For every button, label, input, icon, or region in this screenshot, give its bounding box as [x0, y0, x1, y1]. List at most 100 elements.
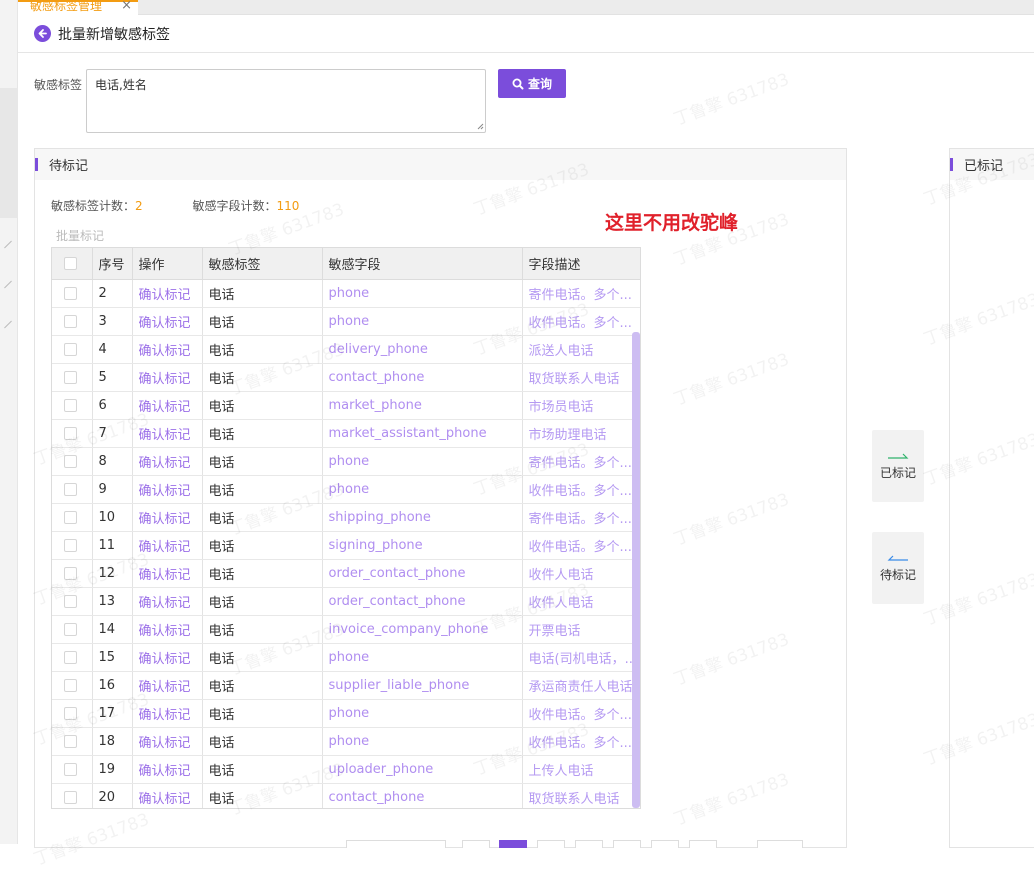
row-tag: 电话 — [202, 699, 323, 728]
row-checkbox[interactable] — [64, 790, 77, 804]
page-button[interactable] — [575, 840, 603, 848]
tab-bar: 敏感标签管理 × — [18, 0, 1034, 15]
row-checkbox[interactable] — [64, 566, 77, 580]
tab-sensitive-tag-management[interactable]: 敏感标签管理 × — [18, 0, 138, 15]
back-arrow-icon[interactable] — [34, 25, 51, 42]
confirm-mark-link[interactable]: 确认标记 — [132, 391, 203, 420]
row-checkbox[interactable] — [64, 482, 77, 496]
close-icon[interactable]: × — [121, 0, 132, 13]
row-checkbox[interactable] — [64, 762, 77, 776]
row-select-cell — [52, 447, 93, 476]
row-tag: 电话 — [202, 643, 323, 672]
confirm-mark-link[interactable]: 确认标记 — [132, 475, 203, 504]
page-header: 批量新增敏感标签 — [18, 15, 1034, 53]
move-to-pending-button[interactable]: 待标记 — [872, 532, 924, 604]
marked-panel-title: 已标记 — [964, 159, 1004, 174]
row-checkbox[interactable] — [64, 398, 77, 412]
tag-count-label: 敏感标签计数： — [51, 199, 136, 213]
sensitive-tag-textarea[interactable] — [86, 69, 486, 133]
table-scrollbar[interactable] — [632, 332, 640, 808]
column-header: 操作 — [132, 248, 203, 280]
row-number: 17 — [92, 699, 133, 728]
confirm-mark-link[interactable]: 确认标记 — [132, 727, 203, 756]
row-checkbox[interactable] — [64, 706, 77, 720]
row-number: 14 — [92, 615, 133, 644]
prev-page-button[interactable] — [462, 840, 490, 848]
page-button[interactable] — [613, 840, 641, 848]
confirm-mark-link[interactable]: 确认标记 — [132, 699, 203, 728]
next-page-button[interactable] — [689, 840, 717, 848]
row-select-cell — [52, 419, 93, 448]
row-checkbox[interactable] — [64, 286, 77, 300]
marked-panel: 已标记 — [949, 148, 1034, 848]
row-select-cell — [52, 643, 93, 672]
move-to-marked-label: 已标记 — [879, 465, 916, 480]
confirm-mark-link[interactable]: 确认标记 — [132, 783, 203, 808]
arrow-left-icon — [887, 555, 908, 561]
row-select-cell — [52, 279, 93, 308]
row-tag: 电话 — [202, 447, 323, 476]
row-tag: 电话 — [202, 727, 323, 756]
resize-grip-icon[interactable] — [476, 122, 484, 130]
annotation-note: 这里不用改驼峰 — [605, 212, 739, 234]
confirm-mark-link[interactable]: 确认标记 — [132, 615, 203, 644]
row-checkbox[interactable] — [64, 650, 77, 664]
rail-mark — [4, 320, 12, 329]
query-button[interactable]: 查询 — [498, 69, 566, 98]
confirm-mark-link[interactable]: 确认标记 — [132, 335, 203, 364]
row-field: uploader_phone — [322, 755, 523, 784]
table-row: 2 确认标记 电话 phone 寄件电话。多个... — [52, 279, 640, 308]
row-field: phone — [322, 447, 523, 476]
row-tag: 电话 — [202, 755, 323, 784]
confirm-mark-link[interactable]: 确认标记 — [132, 587, 203, 616]
row-checkbox[interactable] — [64, 370, 77, 384]
select-all-checkbox[interactable] — [64, 256, 77, 270]
row-select-cell — [52, 671, 93, 700]
confirm-mark-link[interactable]: 确认标记 — [132, 307, 203, 336]
confirm-mark-link[interactable]: 确认标记 — [132, 755, 203, 784]
row-number: 8 — [92, 447, 133, 476]
page-button[interactable] — [651, 840, 679, 848]
confirm-mark-link[interactable]: 确认标记 — [132, 531, 203, 560]
confirm-mark-link[interactable]: 确认标记 — [132, 671, 203, 700]
confirm-mark-link[interactable]: 确认标记 — [132, 363, 203, 392]
move-to-marked-button[interactable]: 已标记 — [872, 430, 924, 502]
table-row: 19 确认标记 电话 uploader_phone 上传人电话 — [52, 755, 640, 784]
row-number: 6 — [92, 391, 133, 420]
row-description: 收件人电话 — [522, 559, 640, 588]
table-row: 17 确认标记 电话 phone 收件电话。多个... — [52, 699, 640, 728]
row-checkbox[interactable] — [64, 622, 77, 636]
panel-accent-bar — [35, 158, 38, 171]
confirm-mark-link[interactable]: 确认标记 — [132, 503, 203, 532]
page-size-select[interactable] — [346, 840, 446, 848]
table-row: 11 确认标记 电话 signing_phone 收件电话。多个... — [52, 531, 640, 560]
row-checkbox[interactable] — [64, 734, 77, 748]
row-checkbox[interactable] — [64, 426, 77, 440]
page-button-active[interactable] — [499, 840, 527, 848]
batch-mark-button[interactable]: 批量标记 — [56, 227, 104, 244]
confirm-mark-link[interactable]: 确认标记 — [132, 447, 203, 476]
row-checkbox[interactable] — [64, 594, 77, 608]
row-checkbox[interactable] — [64, 314, 77, 328]
row-description: 市场员电话 — [522, 391, 640, 420]
confirm-mark-link[interactable]: 确认标记 — [132, 559, 203, 588]
row-select-cell — [52, 335, 93, 364]
row-number: 13 — [92, 587, 133, 616]
column-header: 字段描述 — [522, 248, 640, 280]
row-field: phone — [322, 643, 523, 672]
confirm-mark-link[interactable]: 确认标记 — [132, 279, 203, 308]
page-button[interactable] — [537, 840, 565, 848]
row-checkbox[interactable] — [64, 538, 77, 552]
row-checkbox[interactable] — [64, 678, 77, 692]
watermark-text: 丁鲁擎 631783 — [671, 69, 792, 130]
confirm-mark-link[interactable]: 确认标记 — [132, 419, 203, 448]
jump-page-input[interactable] — [757, 840, 803, 848]
row-tag: 电话 — [202, 419, 323, 448]
row-checkbox[interactable] — [64, 510, 77, 524]
confirm-mark-link[interactable]: 确认标记 — [132, 643, 203, 672]
table-row: 5 确认标记 电话 contact_phone 取货联系人电话 — [52, 363, 640, 392]
row-checkbox[interactable] — [64, 454, 77, 468]
column-header: 敏感标签 — [202, 248, 323, 280]
row-tag: 电话 — [202, 531, 323, 560]
row-checkbox[interactable] — [64, 342, 77, 356]
